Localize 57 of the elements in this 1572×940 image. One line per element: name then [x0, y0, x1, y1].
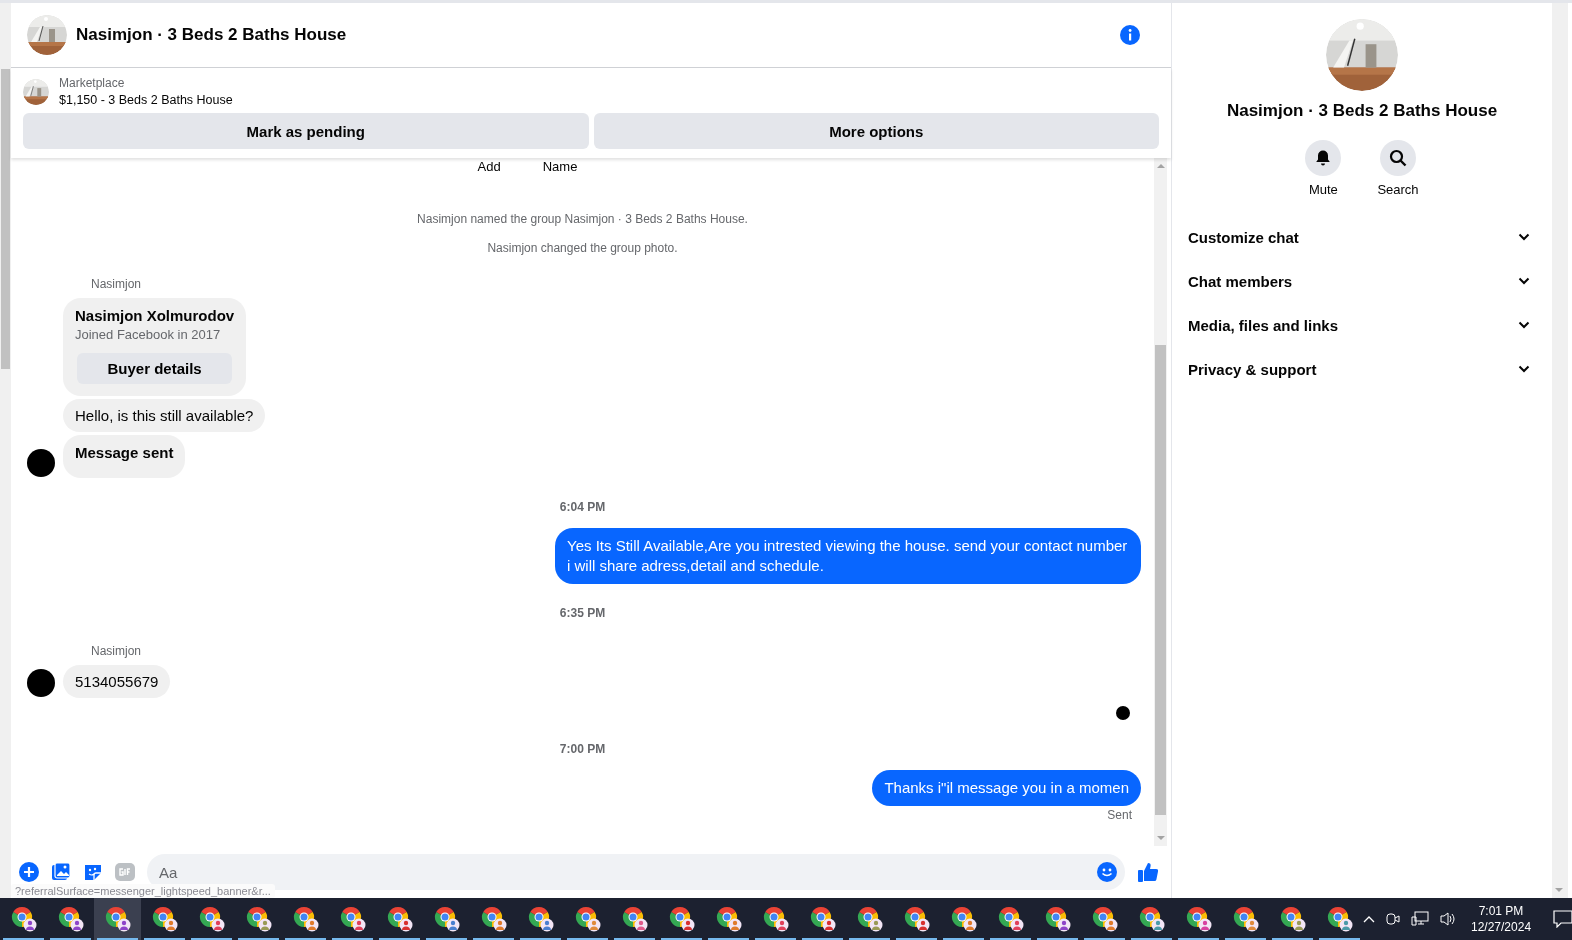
action-label: Search: [1377, 182, 1419, 197]
emoji-icon[interactable]: [1097, 862, 1117, 882]
status-url: ?referralSurface=messenger_lightspeed_banner&r...: [11, 884, 275, 898]
network-icon[interactable]: [1411, 911, 1429, 927]
buyer-joined: Joined Facebook in 2017: [75, 327, 221, 342]
section-header[interactable]: Chat members: [1188, 259, 1536, 303]
buyer-details-button[interactable]: Buyer details: [77, 353, 232, 384]
section-header[interactable]: Media, files and links: [1188, 303, 1536, 347]
listing-button[interactable]: Mark as pending: [23, 113, 589, 149]
timestamp: 6:04 PM: [558, 500, 607, 514]
chevron-icon: [1518, 321, 1530, 329]
chevron-icon: [1518, 233, 1530, 241]
chevron-icon: [1518, 365, 1530, 373]
add-icon[interactable]: [19, 862, 39, 882]
taskbar-button[interactable]: [94, 898, 141, 940]
image-icon[interactable]: [51, 862, 71, 882]
sender-name: Nasimjon: [91, 277, 142, 291]
clock-time[interactable]: 7:01 PM: [1478, 904, 1524, 918]
section-header[interactable]: Customize chat: [1188, 215, 1536, 259]
search-button[interactable]: [1380, 140, 1416, 176]
timestamp: 6:35 PM: [558, 606, 607, 620]
listing-source: Marketplace: [59, 76, 126, 90]
scrollbar[interactable]: [1154, 158, 1167, 846]
incoming-message: 5134055679: [63, 665, 171, 698]
camera-icon[interactable]: [1385, 911, 1401, 927]
delivery-status: Sent: [1107, 808, 1132, 822]
section-header[interactable]: Privacy & support: [1188, 347, 1536, 391]
chevron-icon: [1518, 277, 1530, 285]
buyer-name: Nasimjon Xolmurodov: [75, 307, 235, 324]
mute-button[interactable]: [1305, 140, 1342, 176]
sender-name: Nasimjon: [91, 644, 142, 658]
cut-label: Add: [477, 159, 501, 175]
clock-date[interactable]: 12/27/2024: [1471, 920, 1532, 934]
scroll-thumb[interactable]: [1155, 345, 1166, 815]
outgoing-message: Yes Its Still Available,Are you intrested viewing the house. send your contact number i will share adress,detail and schedule.: [555, 528, 1141, 584]
conversation-name: Nasimjon · 3 Beds 2 Baths House: [1226, 101, 1498, 121]
cut-label: Name: [542, 159, 578, 175]
thumbs-up-icon[interactable]: [1137, 861, 1159, 883]
listing-title: $1,150 - 3 Beds 2 Baths House: [59, 93, 233, 107]
scroll-thumb[interactable]: [1, 69, 10, 369]
seen-avatar: [1116, 706, 1130, 720]
system-message: Nasimjon named the group Nasimjon · 3 Beds 2 Baths House.: [416, 212, 749, 226]
search-icon: [1389, 149, 1407, 167]
timestamp: 7:00 PM: [558, 742, 607, 756]
sticker-icon[interactable]: [83, 862, 103, 882]
info-icon[interactable]: [1119, 24, 1141, 46]
scrollbar[interactable]: [0, 3, 11, 898]
system-message: Nasimjon changed the group photo.: [486, 241, 679, 255]
chevron-up-icon[interactable]: [1363, 915, 1375, 923]
chat-title: Nasimjon · 3 Beds 2 Baths House: [76, 25, 348, 45]
volume-icon[interactable]: [1439, 911, 1457, 927]
listing-button[interactable]: More options: [593, 113, 1159, 149]
incoming-message: Hello, is this still available?: [63, 399, 266, 432]
action-label: Mute: [1308, 182, 1338, 197]
incoming-message: Message sent: [63, 435, 186, 478]
outgoing-message: Thanks i"il message you in a momen: [872, 770, 1141, 806]
notification-icon[interactable]: [1553, 910, 1572, 928]
